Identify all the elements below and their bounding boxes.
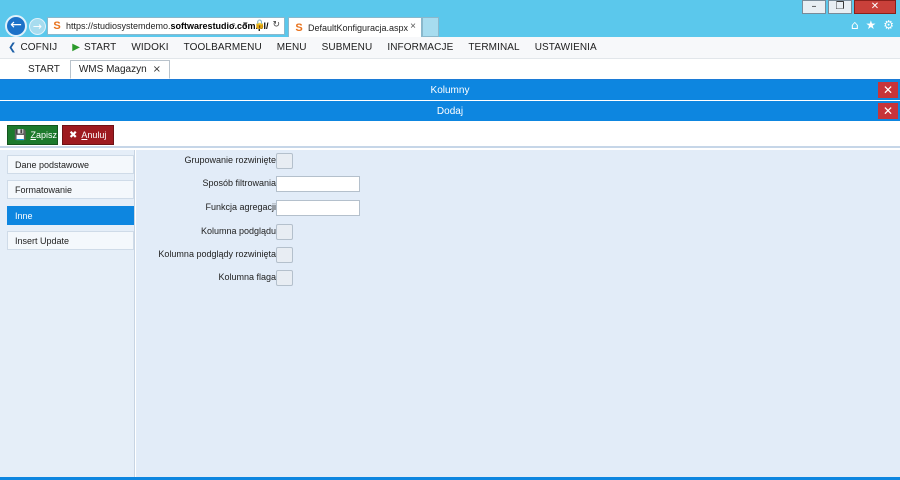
grupowanie-rozwiniete-checkbox[interactable]	[276, 153, 293, 169]
browser-back-icon[interactable]: ←	[5, 15, 27, 37]
sposob-filtrowania-input[interactable]	[276, 176, 360, 192]
field-label: Sposób filtrowania	[202, 178, 276, 188]
address-icons[interactable]: ⌕ ▾ 🔒 ↻	[231, 20, 282, 30]
field-label: Kolumna podglądu	[200, 226, 276, 236]
cancel-label: nuluj	[87, 130, 107, 140]
browser-tab-title: DefaultKonfiguracja.aspx	[308, 22, 409, 33]
form-row: Kolumna podglądy rozwinięta	[136, 246, 536, 264]
address-bar[interactable]: S https://studiosystemdemo. softwarestudi…	[47, 17, 285, 35]
dialog-header-dodaj: Dodaj ✕	[0, 101, 900, 121]
settings-gear-icon[interactable]: ⚙	[883, 18, 894, 32]
sidebar-item-insert-update[interactable]: Insert Update	[7, 231, 134, 250]
play-icon: ▶	[72, 42, 80, 53]
browser-titlebar: – ❐ ✕ ← → S https://studiosystemdemo. sof…	[0, 0, 900, 37]
funkcja-agregacji-input[interactable]	[276, 200, 360, 216]
dialog-subtitle: Dodaj	[436, 105, 464, 117]
window-controls: – ❐ ✕	[802, 0, 896, 14]
field-label: Grupowanie rozwinięte	[184, 155, 276, 165]
field-label: Kolumna flaga	[218, 272, 276, 282]
favorites-star-icon[interactable]: ★	[865, 18, 876, 32]
kolumna-podgladu-checkbox[interactable]	[276, 224, 293, 240]
window-close-button[interactable]: ✕	[854, 0, 896, 14]
kolumna-podglady-rozwinieta-checkbox[interactable]	[276, 247, 293, 263]
dialog-header-kolumny: Kolumny ✕	[0, 80, 900, 100]
menu-item-menu[interactable]: MENU	[277, 42, 307, 53]
cancel-x-icon: ✖	[69, 129, 78, 141]
dialog-title: Kolumny	[430, 84, 470, 96]
menu-item-terminal[interactable]: TERMINAL	[468, 42, 519, 53]
menu-item-widoki[interactable]: WIDOKI	[131, 42, 168, 53]
field-label: Funkcja agregacji	[205, 202, 276, 212]
menu-item-cofnij[interactable]: ❮ COFNIJ	[8, 42, 57, 53]
sidebar-item-inne[interactable]: Inne	[7, 206, 134, 225]
save-disk-icon: 💾	[14, 129, 27, 141]
form-row: Kolumna flaga	[136, 269, 536, 287]
tab-favicon-icon: S	[295, 21, 303, 34]
menu-item-start[interactable]: ▶ START	[72, 42, 116, 53]
close-dodaj-button[interactable]: ✕	[878, 103, 898, 119]
menu-item-submenu[interactable]: SUBMENU	[322, 42, 373, 53]
new-tab-button[interactable]	[422, 17, 439, 37]
kolumna-flaga-checkbox[interactable]	[276, 270, 293, 286]
menu-item-label: COFNIJ	[20, 42, 58, 53]
form-row: Grupowanie rozwinięte	[136, 152, 536, 170]
field-label: Kolumna podglądy rozwinięta	[158, 249, 276, 259]
home-icon[interactable]: ⌂	[851, 18, 859, 32]
tab-close-icon[interactable]: ×	[153, 64, 161, 75]
form-row: Kolumna podglądu	[136, 223, 536, 241]
browser-tab-close-icon[interactable]: ×	[410, 21, 416, 32]
url-prefix: https://studiosystemdemo.	[66, 21, 171, 31]
close-kolumny-button[interactable]: ✕	[878, 82, 898, 98]
tab-label: WMS Magazyn	[78, 64, 147, 75]
menu-item-ustawienia[interactable]: USTAWIENIA	[535, 42, 597, 53]
tab-wms-magazyn[interactable]: WMS Magazyn ×	[69, 60, 171, 79]
page-tab-strip: START WMS Magazyn ×	[0, 59, 900, 80]
site-favicon-icon: S	[53, 20, 61, 32]
back-chevron-icon: ❮	[8, 42, 17, 53]
menu-item-label: START	[84, 42, 117, 53]
minimize-button[interactable]: –	[802, 0, 826, 14]
menu-item-toolbarmenu[interactable]: TOOLBARMENU	[184, 42, 262, 53]
browser-forward-icon[interactable]: →	[29, 18, 46, 35]
save-label: apisz	[35, 130, 57, 140]
restore-button[interactable]: ❐	[828, 0, 852, 14]
browser-right-icons: ⌂ ★ ⚙	[851, 18, 894, 32]
menu-item-informacje[interactable]: INFORMACJE	[387, 42, 453, 53]
form-panel: Grupowanie rozwinięte Sposób filtrowania…	[136, 150, 900, 480]
cancel-button[interactable]: ✖ Anuluj	[62, 125, 114, 145]
sidebar-item-formatowanie[interactable]: Formatowanie	[7, 180, 134, 199]
action-toolbar: 💾 Zapisz ✖ Anuluj	[0, 122, 900, 148]
tab-start[interactable]: START	[20, 60, 68, 79]
form-row: Sposób filtrowania	[136, 175, 536, 193]
app-menu-bar: ❮ COFNIJ ▶ START WIDOKI TOOLBARMENU MENU…	[0, 37, 900, 59]
sidebar-item-dane-podstawowe[interactable]: Dane podstawowe	[7, 155, 134, 174]
form-row: Funkcja agregacji	[136, 199, 536, 217]
browser-tab[interactable]: S DefaultKonfiguracja.aspx ×	[288, 17, 422, 37]
save-button[interactable]: 💾 Zapisz	[7, 125, 58, 145]
section-sidebar: Dane podstawowe Formatowanie Inne Insert…	[0, 150, 135, 480]
